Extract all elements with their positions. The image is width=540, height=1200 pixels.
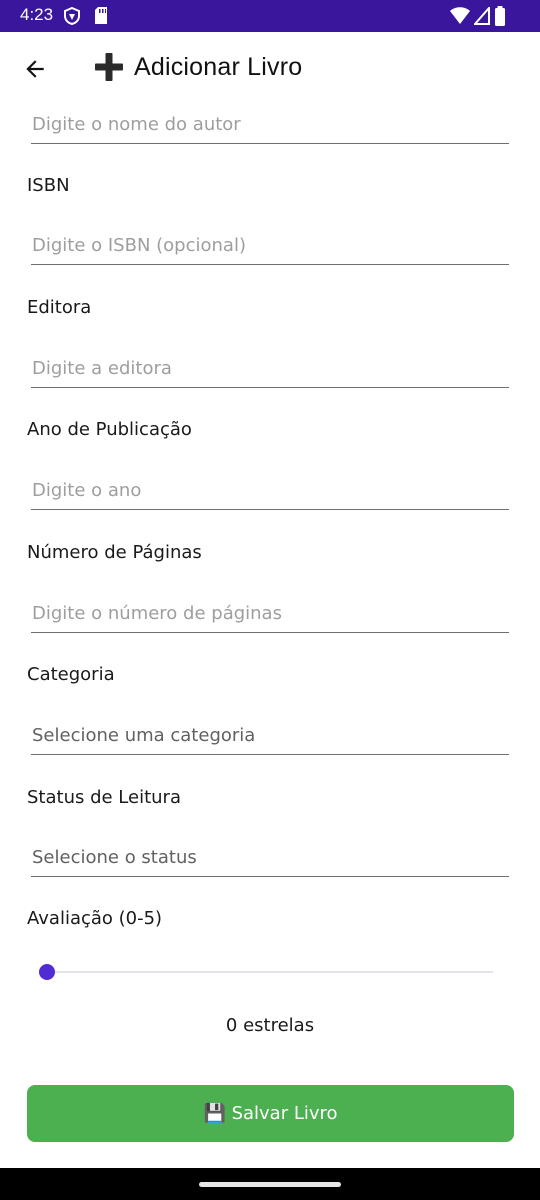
back-button[interactable] [18, 52, 52, 86]
rating-slider-thumb[interactable] [39, 964, 55, 980]
arrow-left-icon [26, 60, 44, 78]
publisher-label: Editora [27, 297, 92, 318]
save-book-button[interactable]: 💾 Salvar Livro [27, 1085, 514, 1142]
category-value: Selecione uma categoria [32, 725, 256, 746]
navigation-bar [0, 1168, 540, 1200]
app-bar: Adicionar Livro [0, 32, 540, 104]
shield-icon [64, 7, 80, 25]
pages-placeholder: Digite o número de páginas [32, 603, 282, 624]
page-title-wrap: Adicionar Livro [94, 52, 302, 82]
isbn-label: ISBN [27, 175, 70, 196]
status-time: 4:23 [20, 5, 54, 24]
wifi-icon [450, 7, 470, 24]
signal-icon [474, 7, 490, 25]
year-label: Ano de Publicação [27, 419, 192, 440]
year-field[interactable]: Digite o ano [31, 471, 509, 510]
home-gesture-handle[interactable] [199, 1182, 341, 1187]
year-placeholder: Digite o ano [32, 480, 142, 501]
status-right-icons [450, 6, 506, 26]
isbn-placeholder: Digite o ISBN (opcional) [32, 235, 246, 256]
rating-value-text: 0 estrelas [225, 1015, 315, 1036]
author-field[interactable]: Digite o nome do autor [31, 105, 509, 144]
pages-field[interactable]: Digite o número de páginas [31, 594, 509, 633]
publisher-placeholder: Digite a editora [32, 358, 172, 379]
status-picker[interactable]: Selecione o status [31, 838, 509, 877]
pages-label: Número de Páginas [27, 542, 202, 563]
status-label: Status de Leitura [27, 787, 181, 808]
heavy-plus-icon [95, 53, 123, 81]
status-value: Selecione o status [32, 847, 197, 868]
isbn-field[interactable]: Digite o ISBN (opcional) [31, 226, 509, 265]
battery-icon [495, 6, 505, 26]
rating-label: Avaliação (0-5) [27, 908, 163, 929]
publisher-field[interactable]: Digite a editora [31, 349, 509, 388]
status-bar: 4:23 [0, 0, 540, 32]
page-title: Adicionar Livro [134, 52, 303, 81]
author-placeholder: Digite o nome do autor [32, 114, 241, 135]
category-label: Categoria [27, 664, 115, 685]
category-picker[interactable]: Selecione uma categoria [31, 716, 509, 755]
rating-slider-track[interactable] [47, 971, 493, 973]
sd-card-icon [95, 7, 107, 24]
